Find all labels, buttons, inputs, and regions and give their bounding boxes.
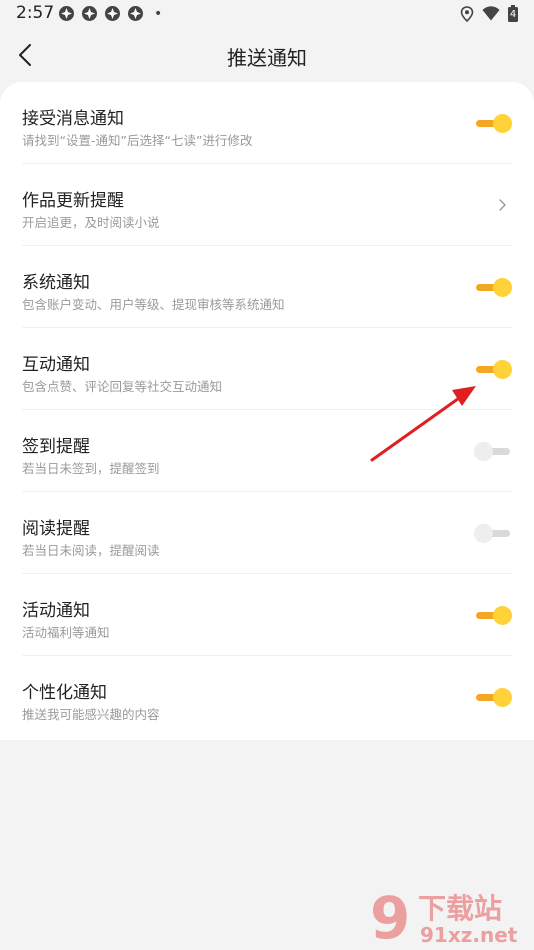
system-icons: 4: [460, 5, 518, 22]
watermark-logo: 9 下载站 91xz.net: [368, 884, 528, 950]
interaction-notifications-toggle[interactable]: [474, 358, 512, 380]
setting-row-accept-messages[interactable]: 接受消息通知 请找到“设置-通知”后选择“七读”进行修改: [0, 82, 534, 164]
status-bar: 2:57 • 4: [0, 0, 534, 30]
watermark-graphic: 9 下载站 91xz.net: [370, 884, 518, 950]
location-icon: [460, 5, 474, 22]
app-notification-icon: [105, 6, 120, 21]
setting-subtitle: 包含账户变动、用户等级、提现审核等系统通知: [22, 297, 285, 312]
notification-icons: •: [58, 5, 162, 22]
setting-title: 系统通知: [22, 273, 90, 293]
setting-title: 接受消息通知: [22, 109, 124, 129]
setting-title: 作品更新提醒: [22, 191, 124, 211]
setting-row-checkin-reminder[interactable]: 签到提醒 若当日未签到，提醒签到: [0, 410, 534, 492]
reading-reminder-toggle[interactable]: [474, 522, 512, 544]
app-notification-icon: [82, 6, 97, 21]
setting-row-activity-notifications[interactable]: 活动通知 活动福利等通知: [0, 574, 534, 656]
more-notifications-dot: •: [154, 5, 163, 22]
setting-title: 个性化通知: [22, 683, 107, 703]
setting-subtitle: 推送我可能感兴趣的内容: [22, 707, 160, 722]
setting-subtitle: 开启追更，及时阅读小说: [22, 215, 160, 230]
setting-title: 活动通知: [22, 601, 90, 621]
setting-row-work-updates[interactable]: 作品更新提醒 开启追更，及时阅读小说: [0, 164, 534, 246]
activity-notifications-toggle[interactable]: [474, 604, 512, 626]
personalized-notifications-toggle[interactable]: [474, 686, 512, 708]
header: 推送通知: [0, 30, 534, 80]
setting-subtitle: 活动福利等通知: [22, 625, 110, 640]
setting-row-personalized-notifications[interactable]: 个性化通知 推送我可能感兴趣的内容: [0, 656, 534, 738]
setting-title: 阅读提醒: [22, 519, 90, 539]
app-notification-icon: [128, 6, 143, 21]
setting-subtitle: 包含点赞、评论回复等社交互动通知: [22, 379, 223, 394]
page-title: 推送通知: [227, 46, 307, 70]
battery-icon: 4: [508, 5, 518, 22]
setting-row-system-notifications[interactable]: 系统通知 包含账户变动、用户等级、提现审核等系统通知: [0, 246, 534, 328]
setting-subtitle: 请找到“设置-通知”后选择“七读”进行修改: [22, 133, 253, 148]
accept-messages-toggle[interactable]: [474, 112, 512, 134]
status-time: 2:57: [16, 3, 55, 23]
svg-text:9: 9: [370, 886, 410, 946]
setting-title: 互动通知: [22, 355, 90, 375]
setting-subtitle: 若当日未签到，提醒签到: [22, 461, 160, 476]
checkin-reminder-toggle[interactable]: [474, 440, 512, 462]
svg-text:91xz.net: 91xz.net: [420, 923, 518, 946]
system-notifications-toggle[interactable]: [474, 276, 512, 298]
chevron-right-icon: [499, 199, 506, 211]
battery-level: 4: [509, 9, 517, 20]
svg-text:下载站: 下载站: [418, 892, 502, 925]
setting-row-interaction-notifications[interactable]: 互动通知 包含点赞、评论回复等社交互动通知: [0, 328, 534, 410]
settings-card: 接受消息通知 请找到“设置-通知”后选择“七读”进行修改 作品更新提醒 开启追更…: [0, 82, 534, 740]
setting-row-reading-reminder[interactable]: 阅读提醒 若当日未阅读，提醒阅读: [0, 492, 534, 574]
wifi-icon: [482, 6, 500, 21]
setting-subtitle: 若当日未阅读，提醒阅读: [22, 543, 160, 558]
setting-title: 签到提醒: [22, 437, 90, 457]
app-notification-icon: [59, 6, 74, 21]
